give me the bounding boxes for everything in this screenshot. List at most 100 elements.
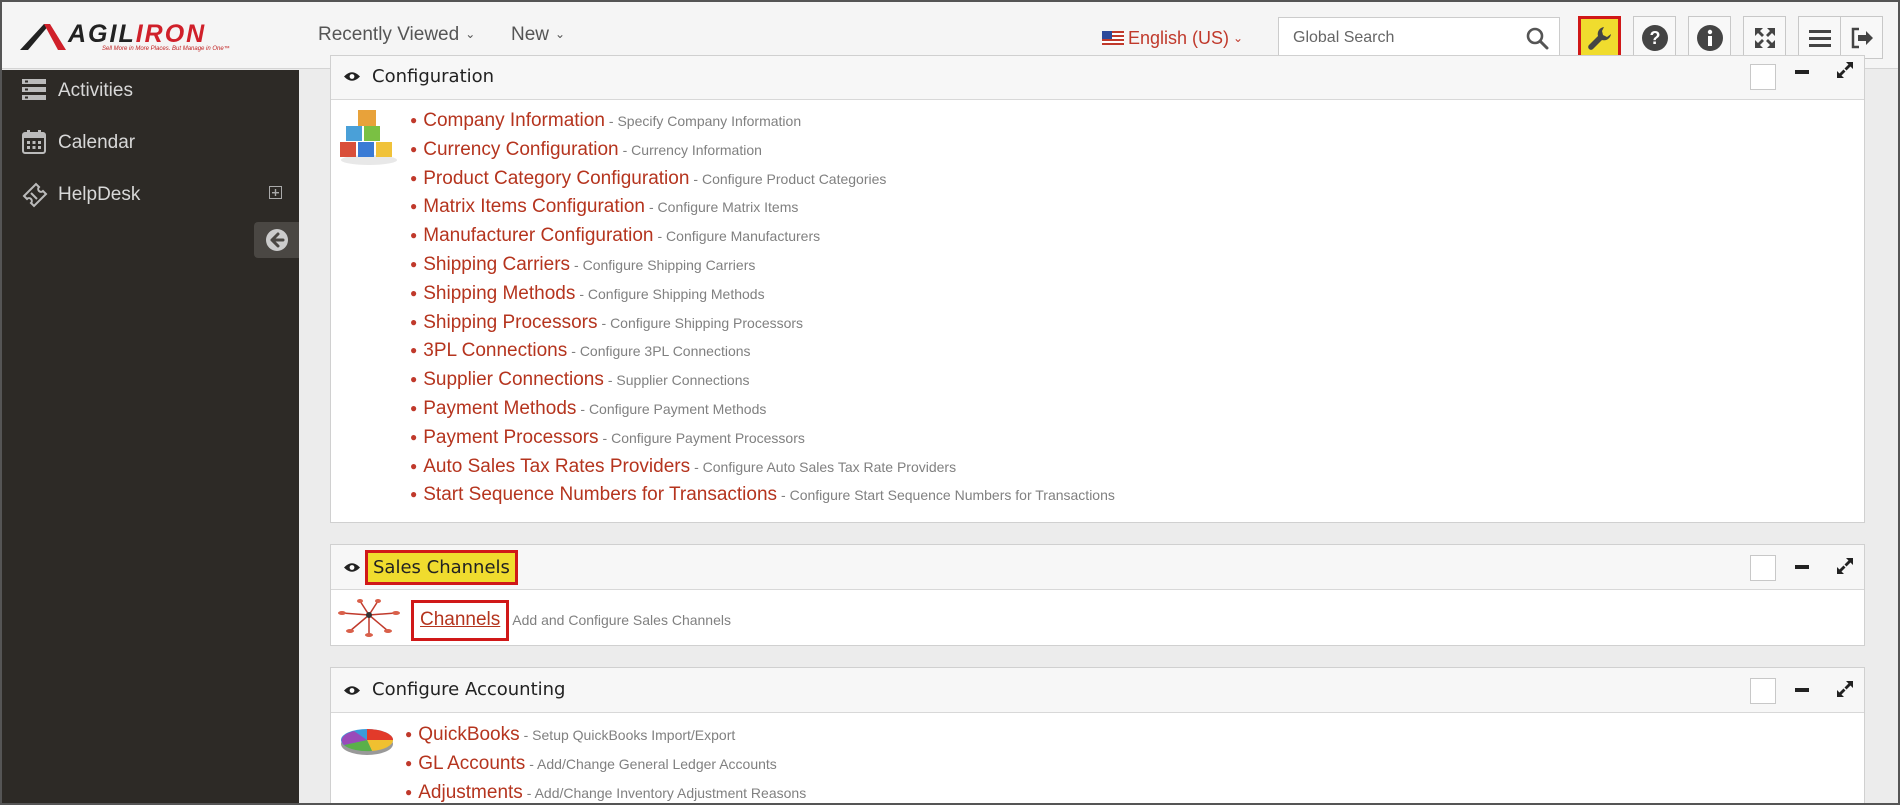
link-description: - Configure Start Sequence Numbers for T… [781,487,1115,504]
list-item: ● Payment Methods - Configure Payment Meth… [410,397,767,419]
sidebar-item-label: Calendar [58,132,136,153]
language-selector[interactable]: English (US) ⌄ [1102,28,1243,49]
logo-mark-icon [20,24,66,50]
list-item: ● Company Information - Specify Company In… [410,110,802,131]
3pl-connections-link[interactable]: 3PL Connections [423,340,567,361]
sidebar-item-label: HelpDesk [58,184,141,205]
configuration-cubes-icon [340,110,397,165]
help-button[interactable]: ? [1633,16,1676,59]
list-item: ● Shipping Methods - Configure Shipping Me… [410,282,765,304]
expand-plus-icon[interactable] [269,186,282,199]
gl-accounts-link[interactable]: GL Accounts [418,753,525,774]
manufacturer-configuration-link[interactable]: Manufacturer Configuration [423,225,653,246]
app-window: AGILIRON Sell More in More Places. But M… [0,0,1900,805]
payment-methods-link[interactable]: Payment Methods [423,398,576,419]
link-description: Add and Configure Sales Channels [512,612,731,628]
sidebar: Activities Calendar HelpDesk [2,70,299,803]
chevron-down-icon: ⌄ [1233,31,1244,45]
minimize-icon[interactable] [1792,60,1812,86]
chevron-down-icon: ⌄ [465,27,476,41]
matrix-items-configuration-link[interactable]: Matrix Items Configuration [423,196,645,217]
minimize-icon[interactable] [1792,555,1812,581]
list-item: ● 3PL Connections - Configure 3PL Connecti… [410,340,751,362]
list-item: ● Supplier Connections - Supplier Connecti… [410,369,750,391]
panel-header: Sales Channels [331,545,1864,590]
currency-configuration-link[interactable]: Currency Configuration [423,139,618,160]
info-button[interactable] [1688,16,1731,59]
product-category-configuration-link[interactable]: Product Category Configuration [423,168,689,189]
start-sequence-numbers-link[interactable]: Start Sequence Numbers for Transactions [423,484,777,505]
panel-title: Configure Accounting [372,679,566,700]
minimize-icon[interactable] [1792,678,1812,704]
sidebar-item-activities[interactable]: Activities [22,76,292,106]
link-description: - Configure Payment Methods [580,400,767,417]
link-description: - Configure 3PL Connections [571,343,751,360]
link-description: - Configure Product Categories [693,170,887,187]
panel-select-checkbox[interactable] [1750,555,1776,581]
language-label: English (US) [1128,28,1230,48]
eye-icon[interactable] [344,562,360,573]
menu-button[interactable] [1798,16,1841,59]
search-icon[interactable] [1525,26,1549,50]
panel-header: Configuration [331,56,1864,100]
list-item: ● Auto Sales Tax Rates Providers - Configu… [410,455,957,477]
hamburger-icon [1808,29,1831,47]
list-item: ● Shipping Carriers - Configure Shipping C… [410,253,756,275]
configure-accounting-panel: Configure Accounting ● QuickBooks - Setup … [330,667,1865,803]
expand-arrows-icon[interactable] [1836,557,1854,575]
sidebar-item-calendar[interactable]: Calendar [22,128,292,158]
company-information-link[interactable]: Company Information [423,110,605,131]
recently-viewed-menu[interactable]: Recently Viewed ⌄ [318,24,475,46]
shipping-methods-link[interactable]: Shipping Methods [423,283,575,304]
global-search-input[interactable] [1279,18,1509,57]
shipping-processors-link[interactable]: Shipping Processors [423,312,597,333]
channels-highlight: Channels [411,600,510,641]
link-description: - Add/Change General Ledger Accounts [529,755,777,772]
chevron-down-icon: ⌄ [555,27,566,41]
list-item: ● Adjustments - Add/Change Inventory Adjus… [405,781,807,803]
new-menu[interactable]: New ⌄ [511,24,565,46]
link-description: - Configure Shipping Methods [579,285,765,302]
recently-viewed-label: Recently Viewed [318,24,460,45]
eye-icon[interactable] [344,71,360,82]
wrench-icon [1587,26,1611,50]
expand-arrows-icon[interactable] [1836,61,1854,79]
fullscreen-button[interactable] [1743,16,1786,59]
settings-button[interactable] [1578,16,1621,59]
link-description: - Configure Shipping Processors [601,314,804,331]
channels-link[interactable]: Channels [420,609,500,630]
link-description: - Configure Auto Sales Tax Rate Provider… [694,458,957,475]
link-description: - Configure Matrix Items [649,199,799,216]
quickbooks-link[interactable]: QuickBooks [418,724,519,745]
panel-select-checkbox[interactable] [1750,678,1776,704]
link-description: - Configure Shipping Carriers [574,256,756,273]
logo-tagline: Sell More in More Places. But Manage in … [102,46,230,52]
panel-title: Sales Channels [365,550,518,585]
eye-icon[interactable] [344,685,360,696]
link-description: - Currency Information [622,141,762,158]
list-item: ● Payment Processors - Configure Payment P… [410,426,805,448]
expand-arrows-icon[interactable] [1836,680,1854,698]
list-item: ● GL Accounts - Add/Change General Ledger … [405,752,777,774]
svg-text:?: ? [1649,28,1660,48]
list-item: ● Product Category Configuration - Configu… [410,167,887,189]
expand-icon [1754,27,1775,48]
question-circle-icon: ? [1641,24,1668,51]
accounting-link-list: ● QuickBooks - Setup QuickBooks Import/Exp… [405,720,807,803]
panel-select-checkbox[interactable] [1750,64,1776,90]
auto-sales-tax-rates-providers-link[interactable]: Auto Sales Tax Rates Providers [423,456,690,477]
payment-processors-link[interactable]: Payment Processors [423,427,598,448]
collapse-sidebar-button[interactable] [254,222,299,258]
link-description: - Configure Payment Processors [602,429,805,446]
global-search [1278,17,1560,58]
channels-network-icon [338,599,400,637]
sidebar-item-helpdesk[interactable]: HelpDesk [22,180,292,210]
shipping-carriers-link[interactable]: Shipping Carriers [423,254,570,275]
logout-button[interactable] [1840,16,1883,59]
calendar-icon [22,130,46,154]
list-item: ● QuickBooks - Setup QuickBooks Import/Exp… [405,724,736,745]
adjustments-link[interactable]: Adjustments [418,782,523,803]
configuration-link-list: ● Company Information - Specify Company In… [410,106,1115,509]
supplier-connections-link[interactable]: Supplier Connections [423,369,604,390]
brand-logo[interactable]: AGILIRON Sell More in More Places. But M… [20,20,236,52]
